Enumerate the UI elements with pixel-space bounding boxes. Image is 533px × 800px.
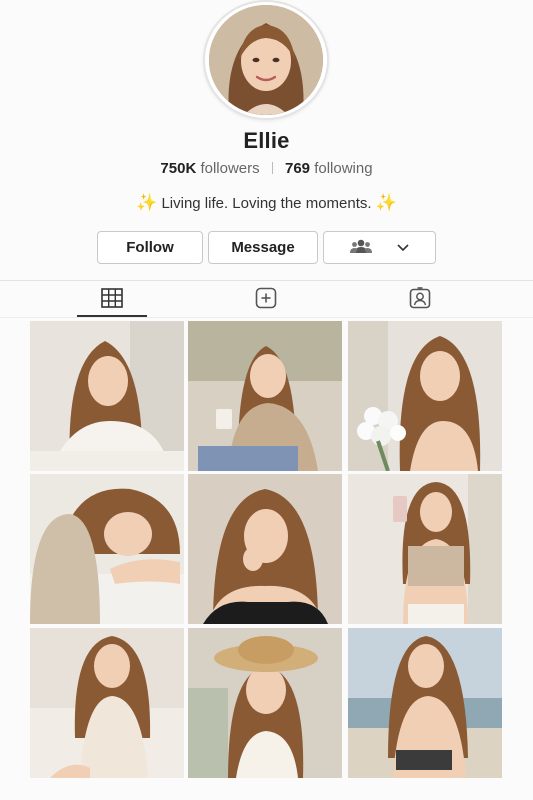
following-count[interactable]: 769 xyxy=(285,160,310,177)
profile-name: Ellie xyxy=(243,128,290,153)
post-thumbnail[interactable] xyxy=(348,321,502,471)
following-label[interactable]: following xyxy=(314,160,372,177)
post-thumbnail[interactable] xyxy=(188,321,342,471)
profile-stats: 750K followers 769 following xyxy=(0,160,533,177)
sparkle-icon: ✨ xyxy=(375,193,397,212)
chevron-down-icon xyxy=(397,239,409,256)
tabs-bottom-border xyxy=(0,317,533,318)
post-thumbnail[interactable] xyxy=(348,474,502,624)
tagged-icon xyxy=(409,286,431,314)
tab-tagged[interactable] xyxy=(400,286,440,314)
people-icon xyxy=(350,238,373,258)
message-button[interactable]: Message xyxy=(208,231,318,264)
profile-bio: ✨ Living life. Loving the moments. ✨ xyxy=(0,193,533,213)
reels-icon xyxy=(255,287,277,314)
post-thumbnail[interactable] xyxy=(188,628,342,778)
post-thumbnail[interactable] xyxy=(30,321,184,471)
stats-divider xyxy=(271,162,273,174)
followers-label[interactable]: followers xyxy=(200,160,259,177)
avatar-photo xyxy=(209,5,323,115)
bio-text: Living life. Loving the moments. xyxy=(161,195,372,212)
post-thumbnail[interactable] xyxy=(30,628,184,778)
section-divider xyxy=(0,280,533,281)
suggested-accounts-button[interactable] xyxy=(323,231,436,264)
profile-avatar[interactable] xyxy=(203,0,329,120)
sparkle-icon: ✨ xyxy=(136,193,158,212)
tab-reels[interactable] xyxy=(246,286,286,314)
grid-icon xyxy=(101,287,123,313)
follow-button[interactable]: Follow xyxy=(97,231,203,264)
followers-count[interactable]: 750K xyxy=(160,160,196,177)
post-thumbnail[interactable] xyxy=(30,474,184,624)
post-thumbnail[interactable] xyxy=(188,474,342,624)
post-thumbnail[interactable] xyxy=(348,628,502,778)
tab-posts-grid[interactable] xyxy=(92,286,132,314)
